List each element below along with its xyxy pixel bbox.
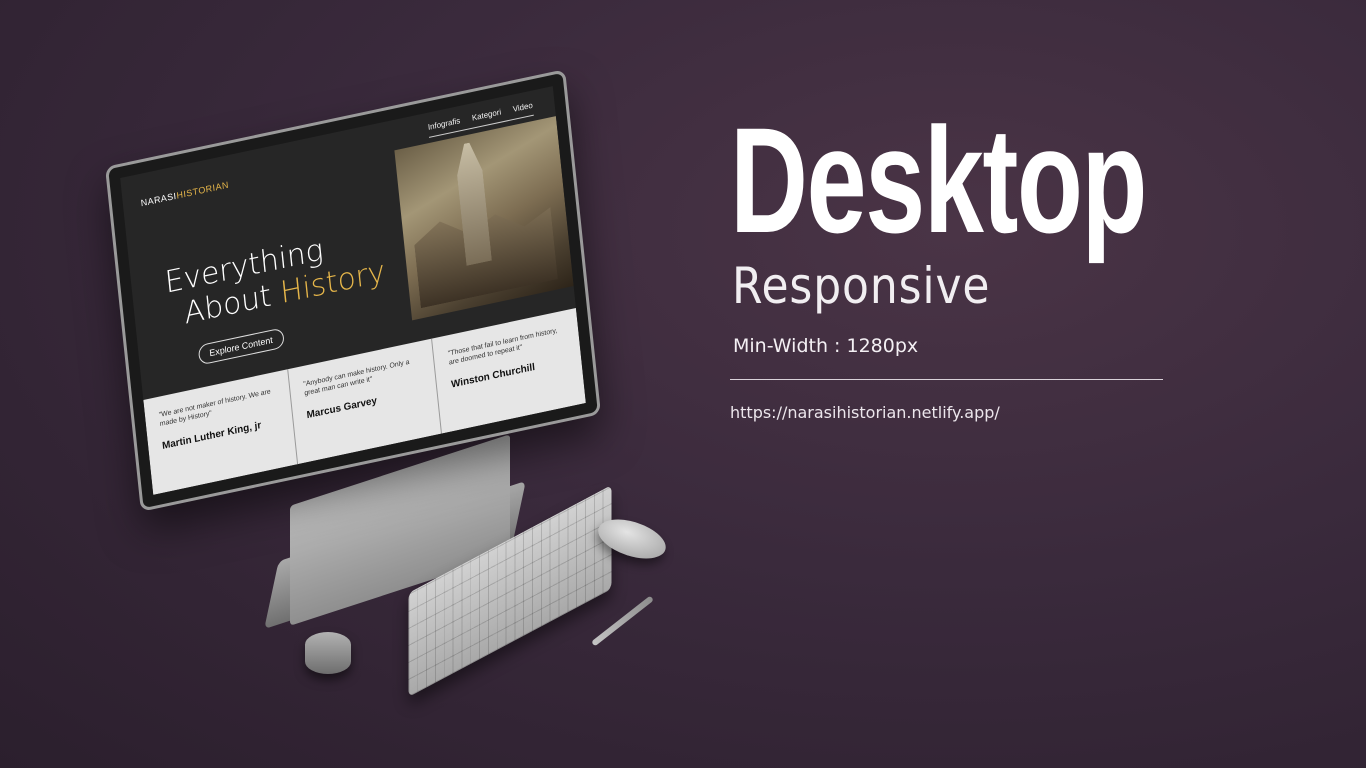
- info-panel: Desktop Responsive Min-Width : 1280px ht…: [730, 105, 1170, 422]
- page-title: Desktop: [730, 96, 1147, 264]
- min-width-label: Min-Width : 1280px: [733, 335, 919, 357]
- nav-item-infografis[interactable]: Infografis: [428, 116, 461, 132]
- stylus-pen: [591, 595, 654, 647]
- nav-item-video[interactable]: Video: [512, 101, 533, 114]
- site-logo[interactable]: NARASIHISTORIAN: [140, 180, 229, 209]
- logo-text-accent: HISTORIAN: [176, 179, 230, 201]
- nav-item-kategori[interactable]: Kategori: [471, 107, 501, 122]
- quotes-strip: "We are not maker of history. We are mad…: [143, 307, 586, 495]
- monitor-mockup: NARASIHISTORIAN Infografis Kategori Vide…: [104, 69, 602, 512]
- page-subtitle: Responsive: [732, 257, 991, 315]
- website-preview: NARASIHISTORIAN Infografis Kategori Vide…: [120, 86, 586, 495]
- surface-dial: [305, 632, 351, 674]
- hero-headline: Everything About History: [163, 221, 386, 335]
- hero-painting: [394, 116, 574, 321]
- site-url-link[interactable]: https://narasihistorian.netlify.app/: [730, 403, 1170, 422]
- explore-content-button[interactable]: Explore Content: [197, 327, 285, 366]
- divider: [730, 379, 1163, 380]
- logo-text-primary: NARASI: [140, 190, 178, 209]
